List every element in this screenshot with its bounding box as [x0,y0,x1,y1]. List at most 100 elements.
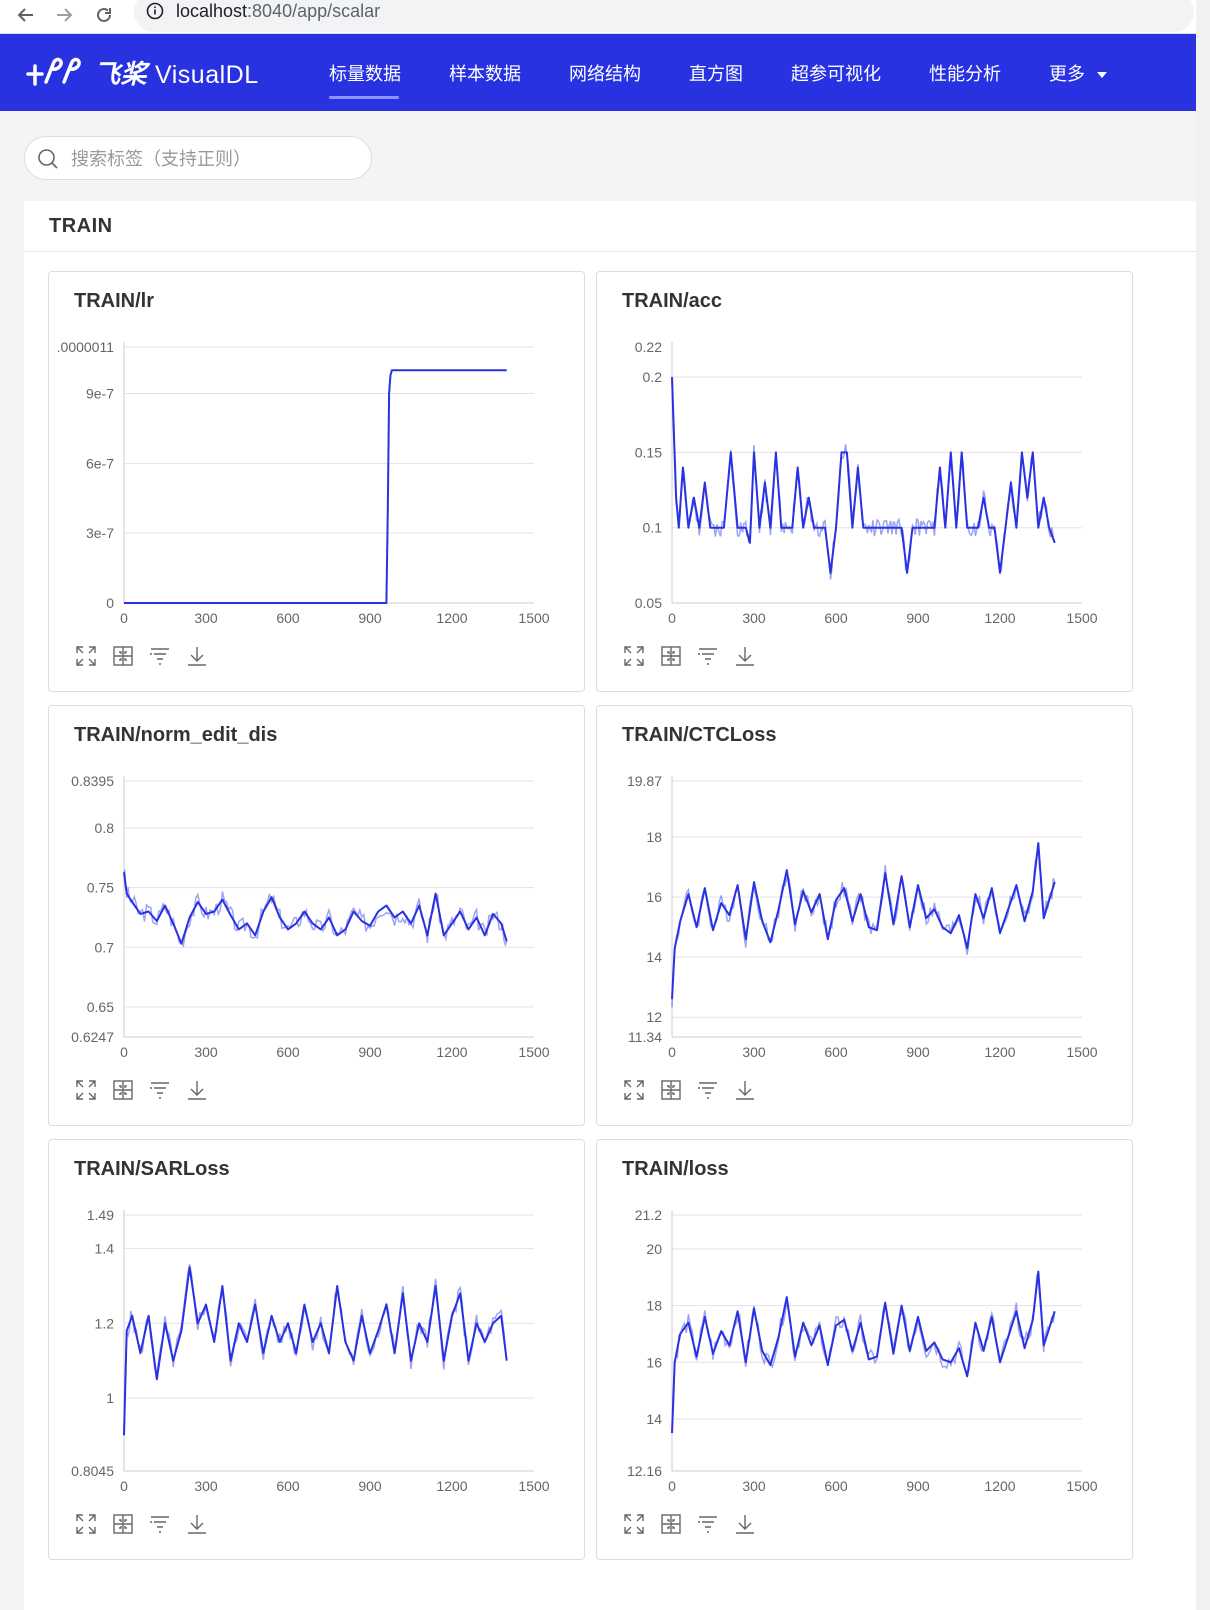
fullscreen-icon[interactable] [74,644,98,668]
nav-histogram[interactable]: 直方图 [689,60,743,86]
y-tick-label: 3e-7 [86,525,114,541]
y-tick-label: 18 [646,1298,662,1314]
nav-hparams[interactable]: 超参可视化 [791,60,881,86]
chart-card[interactable]: TRAIN/CTCLoss 19.87 18 16 14 12 11.34 0 300 600 90… [596,705,1133,1126]
forward-icon[interactable] [52,3,76,27]
chart-card[interactable]: TRAIN/acc 0.22 0.2 0.15 0.1 0.05 0 300 600 900 120… [596,271,1133,692]
raw-series-line [123,1263,508,1429]
chart-plot[interactable]: .0000011 9e-7 6e-7 3e-7 00 300 600 900 1200 1500 [49,272,586,632]
y-tick-label: 0.8 [95,820,115,836]
filter-lines-icon[interactable] [148,1512,172,1536]
y-tick-label: 12 [646,1009,662,1025]
restore-zoom-icon[interactable] [659,1078,683,1102]
filter-lines-icon[interactable] [696,1078,720,1102]
filter-lines-icon[interactable] [696,1512,720,1536]
site-info-icon[interactable] [146,2,164,25]
x-tick-label: 300 [194,610,218,626]
x-tick-label: 300 [194,1478,218,1494]
chart-plot[interactable]: 19.87 18 16 14 12 11.34 0 300 600 900 1200 1500 [597,706,1134,1066]
restore-zoom-icon[interactable] [111,644,135,668]
x-tick-label: 900 [358,1044,382,1060]
x-tick-label: 300 [742,1478,766,1494]
series-line [123,1266,508,1436]
restore-zoom-icon[interactable] [659,1512,683,1536]
y-tick-label: 12.16 [627,1463,662,1479]
reload-icon[interactable] [92,3,116,27]
y-tick-label: 20 [646,1241,662,1257]
fullscreen-icon[interactable] [74,1078,98,1102]
x-tick-label: 1500 [518,610,549,626]
y-tick-label: 11.34 [628,1029,662,1045]
y-tick-label: 1.49 [87,1207,114,1223]
group-title: TRAIN [49,215,113,237]
download-icon[interactable] [185,1512,209,1536]
restore-zoom-icon[interactable] [111,1512,135,1536]
fullscreen-icon[interactable] [74,1512,98,1536]
x-tick-label: 0 [120,1478,128,1494]
x-tick-label: 1500 [518,1044,549,1060]
caret-down-icon [1097,72,1108,78]
download-icon[interactable] [733,1078,757,1102]
nav-samples[interactable]: 样本数据 [449,60,521,86]
x-tick-label: 600 [276,1044,300,1060]
tag-group-panel: TRAIN TRAIN/lr .0000011 9e-7 6e-7 3e-7 0 0 300 6… [24,201,1210,1610]
x-tick-label: 1200 [984,1478,1015,1494]
filter-lines-icon[interactable] [148,644,172,668]
chart-card[interactable]: TRAIN/norm_edit_dis 0.8395 0.8 0.75 0.7 0.65 0… [48,705,585,1126]
y-tick-label: 19.87 [627,773,662,789]
fullscreen-icon[interactable] [622,1078,646,1102]
x-tick-label: 300 [194,1044,218,1060]
x-tick-label: 900 [906,1478,930,1494]
group-header[interactable]: TRAIN [24,201,1210,252]
x-tick-label: 0 [668,610,676,626]
chart-plot[interactable]: 21.2 20 18 16 14 12.16 0 300 600 900 1200 1500 [597,1140,1134,1500]
chart-plot[interactable]: 0.8395 0.8 0.75 0.7 0.65 0.6247 0 300 600 900 1200… [49,706,586,1066]
x-tick-label: 600 [824,1044,848,1060]
y-tick-label: 0 [106,595,114,611]
x-tick-label: 900 [906,1044,930,1060]
y-tick-label: 14 [646,1411,662,1427]
restore-zoom-icon[interactable] [659,644,683,668]
x-tick-label: 600 [276,1478,300,1494]
url-text[interactable]: localhost:8040/app/scalar [176,1,380,22]
y-tick-label: 9e-7 [86,386,114,402]
download-icon[interactable] [185,644,209,668]
logo-cn: 飞桨 [94,58,148,89]
x-tick-label: 1500 [1066,1044,1097,1060]
download-icon[interactable] [733,644,757,668]
fullscreen-icon[interactable] [622,1512,646,1536]
tag-search[interactable] [24,136,372,180]
x-tick-label: 600 [824,610,848,626]
chart-plot[interactable]: 0.22 0.2 0.15 0.1 0.05 0 300 600 900 1200 1500 [597,272,1134,632]
logo-en: VisualDL [155,60,259,89]
filter-lines-icon[interactable] [696,644,720,668]
chart-card[interactable]: TRAIN/lr .0000011 9e-7 6e-7 3e-7 0 0 300 600 900 1… [48,271,585,692]
download-icon[interactable] [733,1512,757,1536]
nav-graph[interactable]: 网络结构 [569,60,641,86]
download-icon[interactable] [185,1078,209,1102]
filter-lines-icon[interactable] [148,1078,172,1102]
search-input[interactable] [69,145,363,173]
raw-series-line [124,369,507,604]
x-tick-label: 900 [358,1478,382,1494]
app-logo[interactable]: 飞桨 VisualDL [24,50,259,94]
page-scrollbar[interactable] [1196,0,1210,1610]
x-tick-label: 0 [668,1044,676,1060]
y-tick-label: 0.7 [95,939,115,955]
nav-profiler[interactable]: 性能分析 [929,60,1001,86]
fullscreen-icon[interactable] [622,644,646,668]
y-tick-label: 0.2 [643,369,663,385]
chart-card[interactable]: TRAIN/SARLoss 1.49 1.4 1.2 1 0.8045 0 300 600 900… [48,1139,585,1560]
active-tab-indicator [329,96,399,99]
x-tick-label: 300 [742,1044,766,1060]
y-tick-label: 6e-7 [86,455,114,471]
x-tick-label: 1200 [984,1044,1015,1060]
nav-more[interactable]: 更多 [1049,60,1108,86]
chart-card[interactable]: TRAIN/loss 21.2 20 18 16 14 12.16 0 300 600 900 120… [596,1139,1133,1560]
nav-scalar[interactable]: 标量数据 [329,60,401,86]
chart-plot[interactable]: 1.49 1.4 1.2 1 0.8045 0 300 600 900 1200 1500 [49,1140,586,1500]
y-tick-label: 18 [646,829,662,845]
restore-zoom-icon[interactable] [111,1078,135,1102]
back-icon[interactable] [14,3,38,27]
x-tick-label: 1200 [984,610,1015,626]
